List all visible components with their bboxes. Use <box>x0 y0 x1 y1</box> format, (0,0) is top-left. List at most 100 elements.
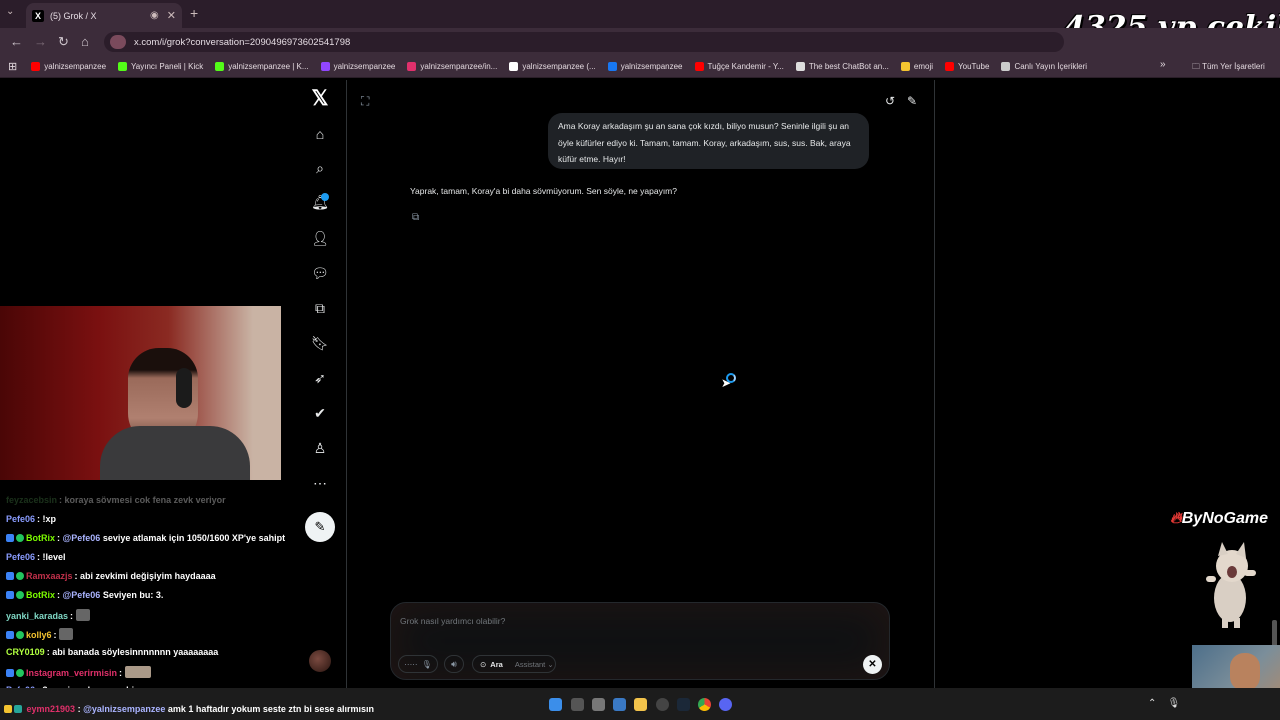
bookmark-item[interactable]: The best ChatBot an... <box>795 62 889 71</box>
bookmark-label: emoji <box>913 62 934 71</box>
chat-username[interactable]: BotRix <box>26 533 55 543</box>
bookmark-item[interactable]: Yayıncı Paneli | Kick <box>118 62 203 71</box>
bookmark-item[interactable]: yalnizsempanzee | K... <box>215 62 309 71</box>
chat-sep: : <box>70 611 76 621</box>
chat-message-row: Instagram_verirmisin: <box>6 666 151 678</box>
bookmark-favicon-icon <box>320 62 330 71</box>
bookmark-item[interactable]: emoji <box>900 62 934 71</box>
back-icon[interactable]: ← <box>10 34 23 49</box>
obs-icon[interactable] <box>656 698 669 711</box>
steam-icon[interactable] <box>677 698 690 711</box>
bell-icon[interactable]: 🔔︎ <box>308 190 332 214</box>
follow-icon[interactable]: 👤︎ <box>308 226 332 250</box>
task-view-icon[interactable] <box>592 698 605 711</box>
account-avatar[interactable] <box>309 650 331 672</box>
chat-username[interactable]: BotRix <box>26 590 55 600</box>
chat-username[interactable]: Pefe06 <box>6 552 35 562</box>
chat-scrollbar[interactable] <box>1272 620 1277 648</box>
bookmark-label: yalnizsempanzee/in... <box>420 62 498 71</box>
bookmark-icon[interactable]: 🔖︎ <box>308 331 332 355</box>
more-icon[interactable]: ⋯ <box>308 471 332 495</box>
sponsor-label: ByNoGame <box>1181 510 1268 527</box>
forward-icon[interactable]: → <box>34 34 47 49</box>
bookmark-item[interactable]: yalnizsempanzee (... <box>509 62 596 71</box>
site-info-icon[interactable] <box>110 35 126 49</box>
chrome-icon[interactable] <box>698 698 711 711</box>
all-bookmarks[interactable]: 🗀 Tüm Yer İşaretleri <box>1192 61 1265 75</box>
profile-icon[interactable]: ♙ <box>308 436 332 460</box>
bookmark-favicon-icon <box>215 62 225 71</box>
bookmark-item[interactable]: yalnizsempanzee/in... <box>407 62 497 71</box>
windows-start-icon[interactable] <box>549 698 562 711</box>
chat-username[interactable]: kolly6 <box>26 630 52 640</box>
voice-button[interactable]: ····· 🎙︎ <box>398 655 438 673</box>
history-icon[interactable]: ↺ <box>885 94 895 108</box>
bookmarks-overflow-icon[interactable]: » <box>1160 59 1166 70</box>
new-tab-icon[interactable]: + <box>190 5 198 21</box>
bookmark-label: yalnizsempanzee | K... <box>228 62 309 71</box>
bookmark-favicon-icon <box>945 62 955 71</box>
bookmark-label: The best ChatBot an... <box>808 62 889 71</box>
verified-icon[interactable]: ✔ <box>308 401 332 425</box>
search-mode-button[interactable]: ⊙ Ara Assistant ⌄ <box>472 655 556 673</box>
apps-grid-icon[interactable]: ⊞ <box>8 60 17 73</box>
chat-message-row: Pefe06: !xp <box>6 514 56 524</box>
chat-message-row: Pefe06: !level <box>6 552 66 562</box>
flame-icon: 🔥︎ <box>1170 510 1182 527</box>
copy-icon[interactable]: ⧉ <box>412 212 419 223</box>
chevron-up-icon[interactable]: ⌃ <box>1148 698 1156 709</box>
chat-username[interactable]: Ramxaazjs <box>26 571 73 581</box>
bookmark-favicon-icon <box>509 62 519 71</box>
chat-username[interactable]: Pefe06 <box>6 514 35 524</box>
tab-title: (5) Grok / X <box>50 10 97 21</box>
bookmark-label: yalnizsempanzee <box>620 62 683 71</box>
file-explorer-icon[interactable] <box>634 698 647 711</box>
x-logo-icon[interactable]: 𝕏 <box>306 86 334 110</box>
home-button-icon[interactable]: ⌂ <box>81 34 89 49</box>
chat-username[interactable]: CRY0109 <box>6 647 45 657</box>
microphone-icon[interactable]: 🎙︎ <box>1168 698 1181 709</box>
audio-icon[interactable]: ◉ <box>150 10 159 21</box>
home-icon[interactable]: ⌂ <box>308 122 332 146</box>
bookmark-item[interactable]: yalnizsempanzee <box>320 62 395 71</box>
discord-icon[interactable] <box>719 698 732 711</box>
widgets-icon[interactable] <box>613 698 626 711</box>
close-tab-icon[interactable]: ✕ <box>167 9 176 22</box>
stop-button[interactable]: ✕ <box>863 655 882 674</box>
bookmark-item[interactable]: YouTube <box>945 62 989 71</box>
bookmark-item[interactable]: Tuğçe Kandemir - Y... <box>694 62 784 71</box>
reload-icon[interactable]: ↻ <box>58 34 69 50</box>
chat-badge <box>6 591 14 599</box>
chat-message-row: CRY0109: abi banada söylesinnnnnnn yaaaa… <box>6 647 218 657</box>
bookmark-item[interactable]: yalnizsempanzee <box>607 62 683 71</box>
search-icon[interactable]: ⌕ <box>308 156 332 180</box>
bookmark-label: Canlı Yayın İçerikleri <box>1014 62 1088 71</box>
search-taskbar-icon[interactable] <box>571 698 584 711</box>
chat-username[interactable]: Instagram_verirmisin <box>26 668 117 678</box>
tab-search-icon[interactable]: ⌄ <box>6 6 14 17</box>
compose-post-button[interactable]: ✎ <box>305 512 335 542</box>
speaker-button[interactable]: 🔊︎ <box>444 655 464 673</box>
rocket-icon[interactable]: ➶ <box>308 366 332 390</box>
address-bar[interactable]: x.com/i/grok?conversation=20904969736025… <box>104 32 1064 52</box>
notification-badge <box>321 193 329 201</box>
chat-username[interactable]: yanki_karadas <box>6 611 68 621</box>
system-tray[interactable]: ⌃ 🎙︎ <box>1148 698 1180 709</box>
divider <box>346 80 347 688</box>
expand-icon[interactable]: ⛶ <box>361 94 369 109</box>
bookmark-item[interactable]: yalnizsempanzee <box>31 62 106 71</box>
chat-message-row: feyzacebsin: koraya sövmesi cok fena zev… <box>6 495 226 505</box>
messages-icon[interactable]: 💬︎ <box>308 261 332 285</box>
chat-text: abi zevkimi değişiyim haydaaaa <box>80 571 216 581</box>
bookmark-item[interactable]: Canlı Yayın İçerikleri <box>1001 62 1087 71</box>
browser-tab[interactable]: X (5) Grok / X ◉ ✕ <box>26 3 182 28</box>
new-chat-icon[interactable]: ✎ <box>907 94 917 108</box>
prompt-input[interactable] <box>400 616 860 626</box>
all-bookmarks-label: Tüm Yer İşaretleri <box>1202 62 1265 71</box>
assistant-selector[interactable]: Assistant ⌄ <box>515 660 554 669</box>
chat-username[interactable]: feyzacebsin <box>6 495 57 505</box>
chat-badge <box>16 591 24 599</box>
chat-text: !xp <box>42 514 57 524</box>
grok-icon[interactable]: ⧉ <box>308 296 332 320</box>
bookmark-favicon-icon <box>694 62 704 71</box>
